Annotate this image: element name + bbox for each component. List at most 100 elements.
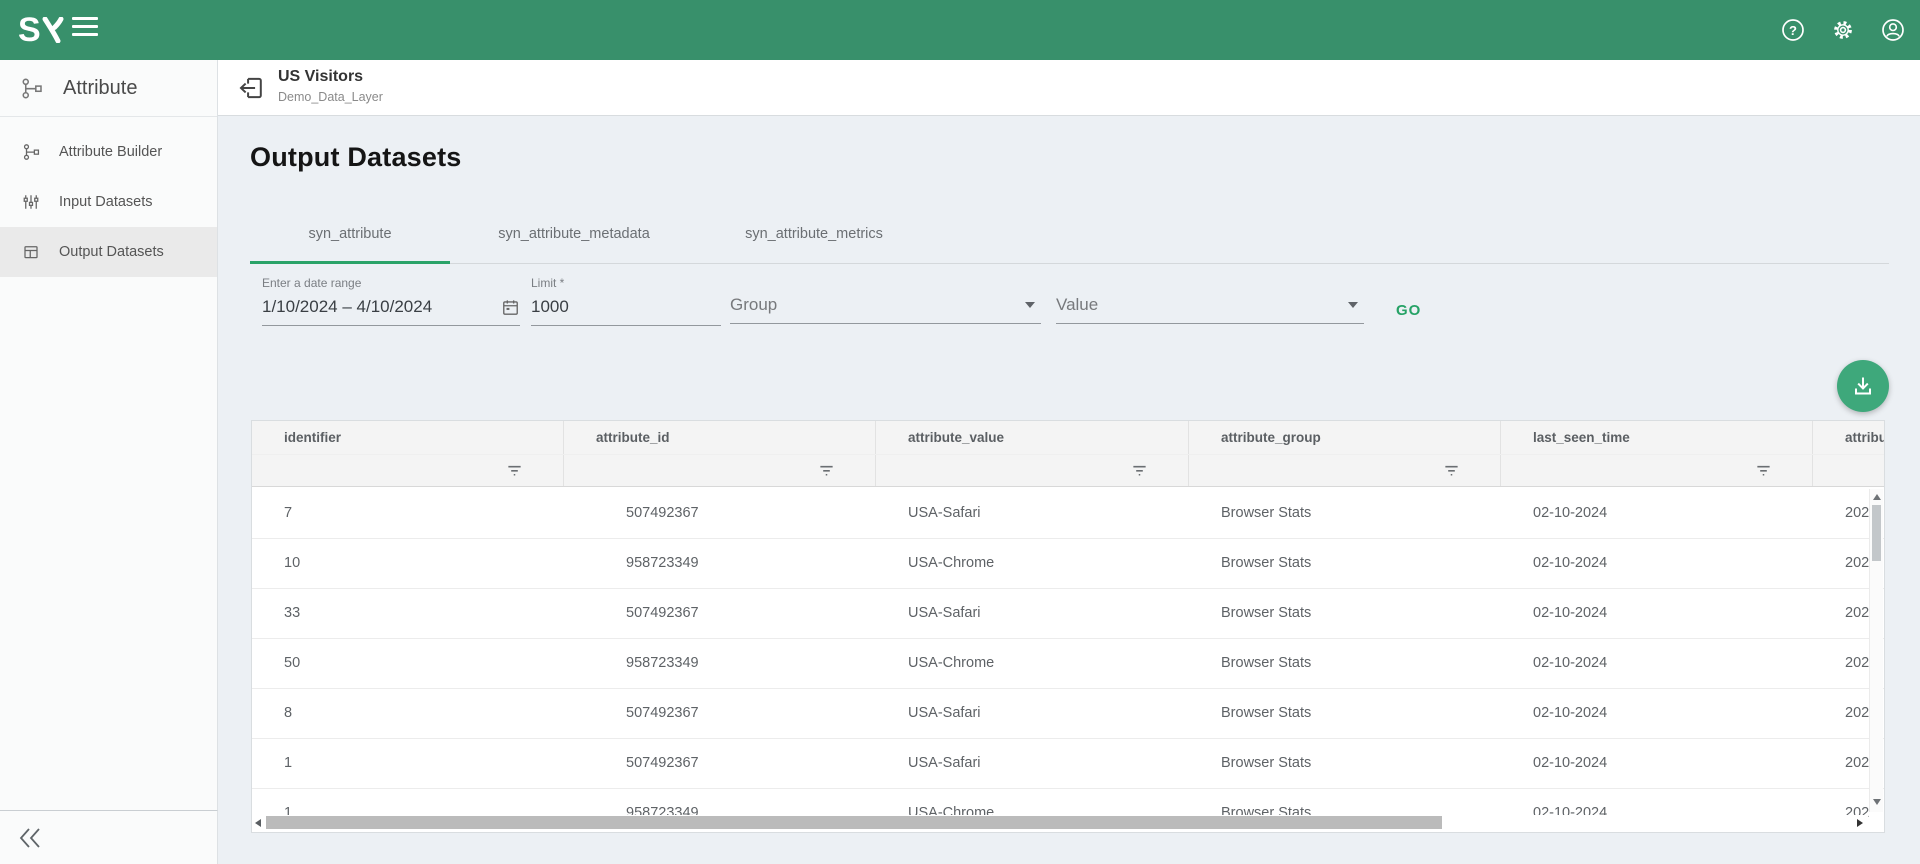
app-logo: S (18, 10, 64, 50)
table-row[interactable]: 33 507492367 USA-Safari Browser Stats 02… (252, 589, 1884, 639)
cell-attribute-group: Browser Stats (1189, 739, 1501, 788)
cell-last-seen-time: 02-10-2024 (1501, 589, 1813, 638)
limit-value[interactable]: 1000 (531, 297, 569, 317)
input-datasets-icon (22, 193, 40, 211)
cell-identifier: 1 (252, 739, 564, 788)
cell-last-seen-time: 02-10-2024 (1501, 689, 1813, 738)
filter-cell (876, 455, 1189, 486)
section-heading: Output Datasets (250, 142, 462, 173)
limit-field[interactable]: Limit * 1000 (531, 276, 721, 326)
horizontal-scrollbar-thumb[interactable] (266, 816, 1442, 829)
back-icon[interactable] (237, 74, 265, 102)
column-header-attribute-group[interactable]: attribute_group (1189, 421, 1501, 454)
table-row[interactable]: 1 507492367 USA-Safari Browser Stats 02-… (252, 739, 1884, 789)
filter-cell (1189, 455, 1501, 486)
table-body: 7 507492367 USA-Safari Browser Stats 02-… (252, 489, 1884, 830)
filter-icon[interactable] (1131, 463, 1148, 478)
horizontal-scrollbar[interactable] (253, 815, 1868, 830)
sidebar-item-input-datasets[interactable]: Input Datasets (0, 177, 217, 227)
scroll-up-arrow-icon[interactable] (1873, 494, 1881, 500)
table-row[interactable]: 50 958723349 USA-Chrome Browser Stats 02… (252, 639, 1884, 689)
group-select[interactable]: Group (730, 276, 1041, 324)
value-select-placeholder: Value (1056, 295, 1098, 315)
sidebar-title: Attribute (63, 77, 137, 100)
vertical-scrollbar[interactable] (1869, 489, 1883, 812)
column-header-identifier[interactable]: identifier (252, 421, 564, 454)
attribute-builder-icon (22, 143, 40, 161)
vertical-scrollbar-thumb[interactable] (1872, 505, 1881, 561)
download-icon (1851, 374, 1875, 398)
cell-attribute-id: 958723349 (564, 539, 876, 588)
scroll-right-arrow-icon[interactable] (1857, 819, 1863, 827)
sidebar: Attribute Attribute Builder Input Datase… (0, 60, 218, 810)
chevron-down-icon (1348, 302, 1358, 308)
app-logo-mark-icon (42, 17, 64, 43)
scroll-down-arrow-icon[interactable] (1873, 799, 1881, 805)
page-header-text: US Visitors Demo_Data_Layer (278, 67, 383, 105)
calendar-icon[interactable] (501, 298, 520, 317)
output-datasets-icon (22, 243, 40, 261)
table-filter-row (252, 455, 1884, 487)
cell-attribute-group: Browser Stats (1189, 689, 1501, 738)
top-app-bar: S ? (0, 0, 1920, 60)
page-header: US Visitors Demo_Data_Layer (218, 60, 1920, 116)
table-row[interactable]: 10 958723349 USA-Chrome Browser Stats 02… (252, 539, 1884, 589)
cell-attribute-value: USA-Safari (876, 489, 1189, 538)
help-icon[interactable]: ? (1780, 17, 1806, 43)
filter-cell (1813, 455, 1884, 486)
cell-last-seen-time: 02-10-2024 (1501, 489, 1813, 538)
column-header-attribute-value[interactable]: attribute_value (876, 421, 1189, 454)
column-header-truncated[interactable]: attribu (1813, 421, 1884, 454)
tab-syn-attribute-metadata[interactable]: syn_attribute_metadata (450, 204, 698, 263)
cell-last-seen-time: 02-10-2024 (1501, 739, 1813, 788)
results-table: identifier attribute_id attribute_value … (251, 420, 1885, 833)
cell-last-seen-time: 02-10-2024 (1501, 639, 1813, 688)
table-row[interactable]: 7 507492367 USA-Safari Browser Stats 02-… (252, 489, 1884, 539)
cell-identifier: 7 (252, 489, 564, 538)
sidebar-item-output-datasets[interactable]: Output Datasets (0, 227, 217, 277)
filter-cell (564, 455, 876, 486)
cell-identifier: 50 (252, 639, 564, 688)
download-button[interactable] (1837, 360, 1889, 412)
tabs-bar: syn_attribute syn_attribute_metadata syn… (250, 204, 1889, 264)
app-logo-letter: S (18, 10, 40, 50)
table-header-row: identifier attribute_id attribute_value … (252, 421, 1884, 455)
filter-icon[interactable] (1755, 463, 1772, 478)
cell-attribute-value: USA-Chrome (876, 539, 1189, 588)
value-select[interactable]: Value (1056, 276, 1364, 324)
sidebar-item-attribute-builder[interactable]: Attribute Builder (0, 127, 217, 177)
filter-icon[interactable] (506, 463, 523, 478)
date-range-field[interactable]: Enter a date range 1/10/2024 – 4/10/2024 (262, 276, 520, 326)
topbar-actions: ? (1780, 0, 1920, 60)
account-icon[interactable] (1880, 17, 1906, 43)
table-row[interactable]: 8 507492367 USA-Safari Browser Stats 02-… (252, 689, 1884, 739)
filter-icon[interactable] (818, 463, 835, 478)
go-button[interactable]: GO (1396, 302, 1421, 319)
cell-attribute-group: Browser Stats (1189, 639, 1501, 688)
cell-attribute-value: USA-Safari (876, 689, 1189, 738)
tab-syn-attribute[interactable]: syn_attribute (250, 204, 450, 263)
column-header-last-seen-time[interactable]: last_seen_time (1501, 421, 1813, 454)
sidebar-item-label: Attribute Builder (59, 144, 162, 160)
filter-cell (1501, 455, 1813, 486)
settings-gear-icon[interactable] (1830, 17, 1856, 43)
cell-last-seen-time: 02-10-2024 (1501, 539, 1813, 588)
column-header-attribute-id[interactable]: attribute_id (564, 421, 876, 454)
menu-hamburger-icon[interactable] (72, 17, 100, 43)
page-subtitle: Demo_Data_Layer (278, 89, 383, 105)
sidebar-item-label: Input Datasets (59, 194, 153, 210)
page-title: US Visitors (278, 67, 383, 87)
cell-attribute-value: USA-Safari (876, 589, 1189, 638)
cell-attribute-group: Browser Stats (1189, 489, 1501, 538)
cell-attribute-value: USA-Safari (876, 739, 1189, 788)
tab-syn-attribute-metrics[interactable]: syn_attribute_metrics (698, 204, 930, 263)
sidebar-footer (0, 810, 218, 864)
scroll-left-arrow-icon[interactable] (255, 819, 261, 827)
sidebar-header: Attribute (0, 60, 217, 117)
filter-icon[interactable] (1443, 463, 1460, 478)
cell-identifier: 10 (252, 539, 564, 588)
date-range-value[interactable]: 1/10/2024 – 4/10/2024 (262, 297, 432, 317)
collapse-sidebar-icon[interactable] (18, 827, 44, 849)
attribute-schema-icon (20, 77, 43, 100)
filter-cell (252, 455, 564, 486)
